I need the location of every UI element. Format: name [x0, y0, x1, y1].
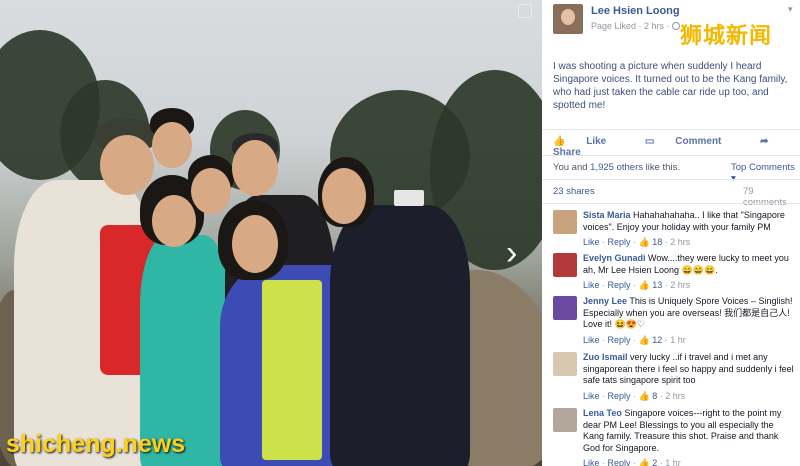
like-button[interactable]: 👍 Like	[553, 136, 627, 147]
comment-reply-link[interactable]: Reply	[608, 237, 631, 247]
thumbs-up-icon: 👍	[553, 136, 566, 147]
post-sidebar: Lee Hsien Loong Page Liked · 2 hrs · 狮城新…	[542, 0, 800, 466]
divider	[542, 179, 800, 180]
comments-count[interactable]: 79 comments	[743, 186, 800, 208]
thumbs-up-icon: 👍	[638, 391, 650, 401]
post-header: Lee Hsien Loong Page Liked · 2 hrs · 狮城新…	[542, 0, 800, 48]
chevron-right-icon[interactable]: ›	[506, 236, 526, 270]
comment-time: 1 hr	[670, 335, 686, 345]
likes-suffix: like this.	[643, 162, 680, 173]
like-label: Like	[586, 136, 607, 147]
likes-summary: You and 1,925 others like this.	[553, 162, 680, 173]
watermark: shicheng.news	[6, 430, 186, 458]
divider	[542, 129, 800, 130]
shares-link[interactable]: 23 shares	[553, 186, 595, 197]
thumbs-up-icon: 👍	[638, 237, 650, 247]
comment-meta: Like · Reply · 👍 13 · 2 hrs	[583, 280, 691, 290]
post-actions: 👍 Like ▭ Comment ➦ Share	[553, 136, 793, 158]
thumbs-up-icon: 👍	[638, 335, 650, 345]
avatar[interactable]	[553, 210, 577, 234]
expand-icon[interactable]	[518, 4, 532, 18]
share-label: Share	[553, 147, 581, 158]
comment-like-count[interactable]: 8	[652, 391, 657, 401]
comment-like-count[interactable]: 13	[652, 280, 662, 290]
top-comments-dropdown[interactable]: Top Comments ▾	[731, 162, 800, 184]
avatar[interactable]	[553, 4, 583, 34]
divider	[542, 155, 800, 156]
post-text: I was shooting a picture when suddenly I…	[553, 61, 788, 111]
comment-reply-link[interactable]: Reply	[608, 335, 631, 345]
comment-time: 1 hr	[665, 458, 681, 466]
comment-icon: ▭	[645, 136, 655, 147]
comment-label: Comment	[675, 136, 722, 147]
likes-others-link[interactable]: 1,925 others	[590, 162, 643, 173]
comment-like-link[interactable]: Like	[583, 280, 600, 290]
globe-icon	[672, 22, 681, 30]
comment-reply-link[interactable]: Reply	[608, 458, 631, 466]
comment-time: 2 hrs	[670, 280, 691, 290]
comment-like-link[interactable]: Like	[583, 237, 600, 247]
commenter-name[interactable]: Lena Teo	[583, 408, 622, 418]
comment-meta: Like · Reply · 👍 12 · 1 hr	[583, 335, 686, 345]
commenter-name[interactable]: Jenny Lee	[583, 296, 627, 306]
post-meta: Page Liked · 2 hrs ·	[591, 21, 681, 31]
brand-watermark: 狮城新闻	[680, 23, 773, 48]
comment-text: Lena Teo Singapore voices---right to the…	[583, 408, 797, 454]
comment-like-link[interactable]: Like	[583, 458, 600, 466]
comment-like-count[interactable]: 12	[652, 335, 662, 345]
comment-text: Zuo Ismail very lucky ..if i travel and …	[583, 352, 797, 387]
comment-text: Jenny Lee This is Uniquely Spore Voices …	[583, 296, 797, 331]
comment-time: 2 hrs	[665, 391, 686, 401]
avatar[interactable]	[553, 408, 577, 432]
comment-meta: Like · Reply · 👍 2 · 1 hr	[583, 458, 681, 466]
thumbs-up-icon: 👍	[638, 458, 650, 466]
comment-text: Evelyn Gunadi Wow....they were lucky to …	[583, 253, 797, 276]
thumbs-up-icon: 👍	[638, 280, 650, 290]
comment-like-link[interactable]: Like	[583, 391, 600, 401]
chevron-down-icon[interactable]: ▾	[788, 4, 793, 15]
avatar[interactable]	[553, 352, 577, 376]
comment-meta: Like · Reply · 👍 18 · 2 hrs	[583, 237, 691, 247]
page-name-link[interactable]: Lee Hsien Loong	[591, 5, 680, 17]
comment-meta: Like · Reply · 👍 8 · 2 hrs	[583, 391, 686, 401]
comment-like-link[interactable]: Like	[583, 335, 600, 345]
comment-button[interactable]: ▭ Comment	[645, 136, 742, 147]
comment-time: 2 hrs	[670, 237, 691, 247]
share-icon: ➦	[760, 136, 769, 147]
divider	[542, 203, 800, 204]
commenter-name[interactable]: Evelyn Gunadi	[583, 253, 646, 263]
commenter-name[interactable]: Zuo Ismail	[583, 352, 628, 362]
likes-prefix: You and	[553, 162, 591, 173]
commenter-name[interactable]: Sista Maria	[583, 210, 631, 220]
comment-like-count[interactable]: 2	[652, 458, 657, 466]
avatar[interactable]	[553, 253, 577, 277]
comment-reply-link[interactable]: Reply	[608, 391, 631, 401]
photo-viewer[interactable]: › shicheng.news	[0, 0, 542, 466]
post-meta-text: Page Liked · 2 hrs ·	[591, 21, 670, 31]
comment-like-count[interactable]: 18	[652, 237, 662, 247]
comment-reply-link[interactable]: Reply	[608, 280, 631, 290]
avatar[interactable]	[553, 296, 577, 320]
comment-text: Sista Maria Hahahahahaha.. I like that "…	[583, 210, 797, 233]
